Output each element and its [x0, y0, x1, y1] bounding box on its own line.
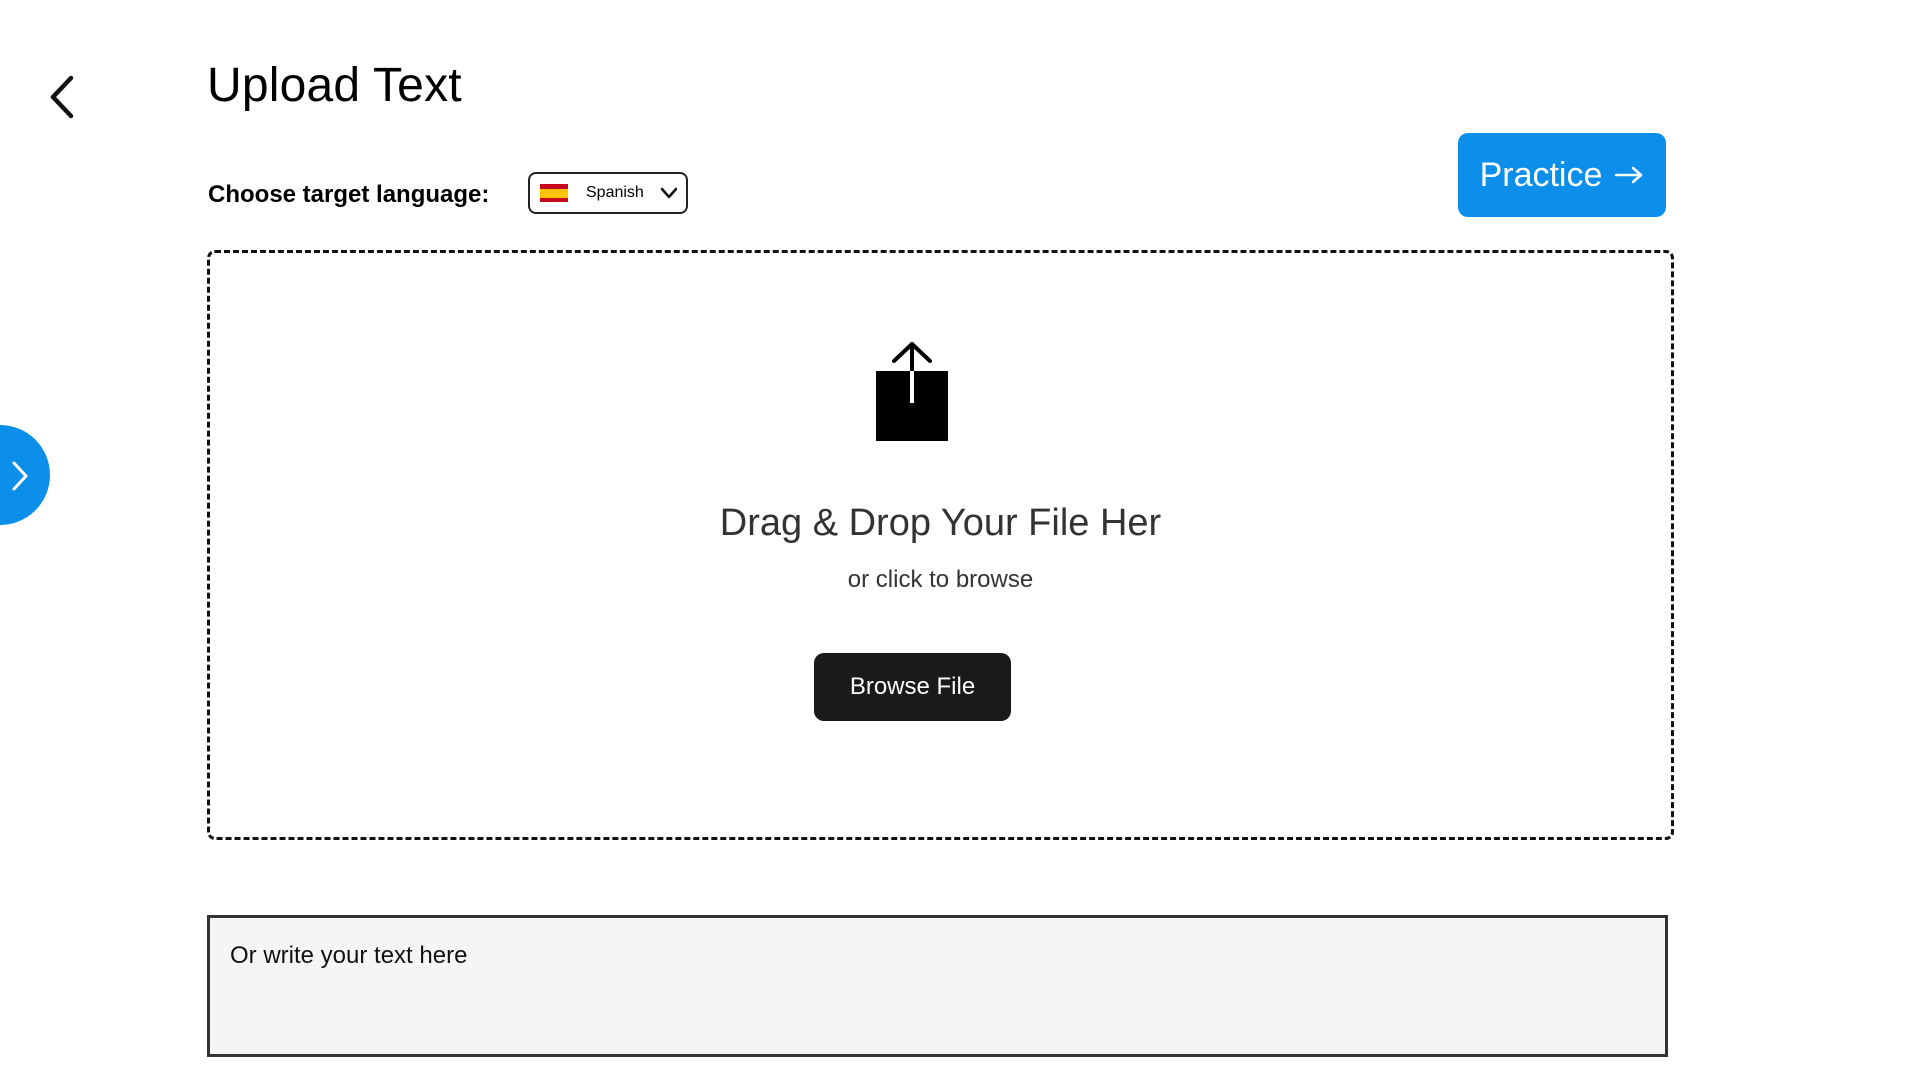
- chevron-right-icon: [12, 461, 28, 491]
- chevron-down-icon: [660, 187, 678, 199]
- text-input[interactable]: [207, 915, 1668, 1057]
- chevron-left-icon: [50, 75, 74, 119]
- file-dropzone[interactable]: Drag & Drop Your File Her or click to br…: [207, 250, 1674, 840]
- spain-flag-icon: [540, 184, 568, 202]
- dropzone-subtitle: or click to browse: [847, 566, 1034, 593]
- language-label: Choose target language:: [208, 181, 490, 208]
- language-selected-value: Spanish: [586, 184, 644, 201]
- upload-text-page: Upload Text Choose target language: Span…: [0, 0, 1920, 1080]
- language-select[interactable]: Spanish: [528, 172, 688, 214]
- dropzone-title: Drag & Drop Your File Her: [719, 502, 1162, 544]
- upload-icon: [876, 342, 948, 441]
- browse-file-button[interactable]: Browse File: [814, 653, 1011, 721]
- arrow-right-icon: [1615, 166, 1643, 184]
- back-button[interactable]: [42, 74, 82, 120]
- practice-button-label: Practice: [1479, 155, 1603, 194]
- page-title: Upload Text: [207, 59, 462, 112]
- sidebar-toggle-button[interactable]: [0, 425, 50, 525]
- practice-button[interactable]: Practice: [1458, 133, 1666, 217]
